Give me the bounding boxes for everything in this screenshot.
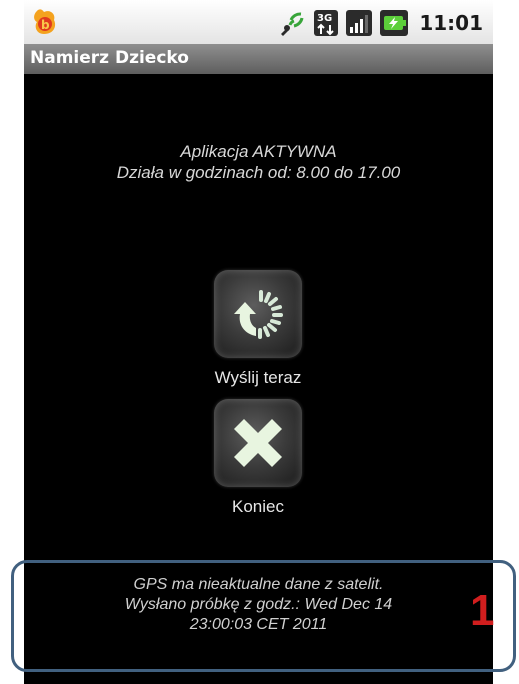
app-title: Namierz Dziecko — [30, 48, 189, 68]
3g-network-icon: 3G — [314, 10, 339, 36]
app-logo-icon: b — [34, 9, 56, 34]
exit-button[interactable] — [214, 399, 302, 487]
clock-time: 11:01 — [419, 11, 483, 35]
svg-text:3G: 3G — [317, 13, 332, 24]
app-status: Aplikacja AKTYWNA Działa w godzinach od:… — [24, 141, 493, 183]
battery-charging-icon — [380, 10, 409, 36]
callout-number: 1 — [470, 586, 495, 635]
phone-screen: b 3G 11:01 Namierz Dziecko Aplikacja AKT… — [24, 0, 493, 684]
gps-signal-icon — [281, 12, 304, 36]
send-now-button[interactable] — [214, 270, 302, 358]
close-x-icon — [234, 419, 282, 467]
last-sample-date-line: 23:00:03 CET 2011 — [189, 616, 328, 633]
svg-text:b: b — [41, 18, 50, 32]
signal-strength-icon — [346, 10, 373, 36]
refresh-send-icon — [234, 290, 283, 339]
status-bar: b 3G 11:01 — [24, 0, 493, 44]
screenshot-root: b 3G 11:01 Namierz Dziecko Aplikacja AKT… — [0, 0, 519, 684]
send-now-action[interactable]: Wyślij teraz — [158, 270, 358, 388]
gps-info-line: GPS ma nieaktualne dane z satelit. — [133, 576, 384, 593]
gps-info: GPS ma nieaktualne dane z satelit. Wysła… — [24, 575, 493, 635]
app-title-bar: Namierz Dziecko — [24, 44, 493, 74]
exit-action[interactable]: Koniec — [158, 399, 358, 517]
working-hours-line: Działa w godzinach od: 8.00 do 17.00 — [116, 163, 401, 182]
last-sample-line: Wysłano próbkę z godz.: Wed Dec 14 — [124, 596, 393, 613]
app-status-line: Aplikacja AKTYWNA — [180, 142, 337, 161]
send-now-label: Wyślij teraz — [214, 368, 302, 387]
exit-label: Koniec — [232, 497, 284, 516]
